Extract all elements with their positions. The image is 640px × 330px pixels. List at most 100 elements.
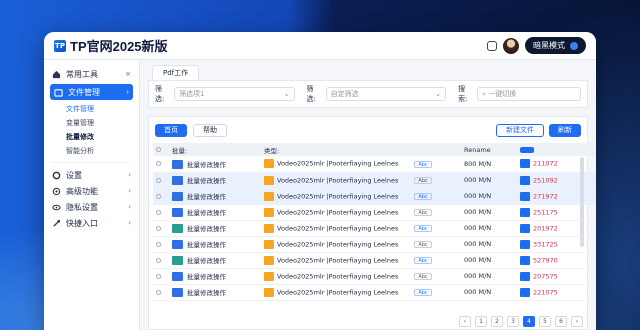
divider [52,162,131,163]
row-tag[interactable]: Abc [414,209,432,216]
page-button[interactable]: 1 [475,316,487,327]
row-id-cell: 331725 [517,236,596,253]
table-row[interactable]: 批量修改操作 Vodeo2025mlr |Pooterfiaying Leeln… [153,204,596,221]
filter-select-2[interactable]: 自定筛选 ⌄ [325,87,447,101]
eye-icon [52,203,61,212]
row-file: Vodeo2025mlr |Pooterfiaying Leelnes [277,208,399,216]
sidebar-item-settings[interactable]: 设置 › [44,167,139,183]
table-row[interactable]: 批量修改操作 Vodeo2025mlr |Pooterfiaying Leeln… [153,284,596,301]
row-checkbox[interactable] [153,172,169,189]
page-button[interactable]: ‹ [459,316,471,327]
row-tag[interactable]: Abc [414,225,432,232]
row-checkbox[interactable] [153,188,169,205]
sidebar-subitem[interactable]: 批量修改 [44,130,139,144]
header-checkbox[interactable] [153,143,169,156]
folder-icon [172,288,183,298]
main-content: Pdf工作 筛选: 筛选项1 ⌄ 筛选: 自定筛选 ⌄ 搜索: ⌕ 一键切换 首… [148,64,596,330]
page-button[interactable]: 5 [539,316,551,327]
row-checkbox[interactable] [153,252,169,269]
row-name: 批量修改操作 [187,224,226,233]
sidebar-item-advanced[interactable]: 高级功能 › [44,183,139,199]
row-id: 527970 [533,256,558,264]
row-file-cell: Vodeo2025mlr |Pooterfiaying Leelnes [261,172,411,189]
toggle-dot-icon [570,41,578,50]
column-header[interactable]: Rename [461,143,517,156]
page-button[interactable]: 3 [507,316,519,327]
row-size: 000 M/N [461,220,517,237]
row-id: 271972 [533,192,558,200]
row-checkbox[interactable] [153,236,169,253]
row-name: 批量修改操作 [187,160,226,169]
table-row[interactable]: 批量修改操作 Vodeo2025mlr |Pooterfiaying Leeln… [153,188,596,205]
sidebar-item-shortcuts[interactable]: 快捷入口 › [44,215,139,231]
row-name-cell: 批量修改操作 [169,156,261,173]
row-id: 211072 [533,159,558,168]
chevron-down-icon: ⌄ [435,90,442,98]
filter-label: 筛选: [306,85,316,103]
row-tag-cell: Abc [411,204,461,221]
row-size: 000 M/N [461,236,517,253]
row-tag[interactable]: Abc [414,193,432,200]
filter-value: 筛选项1 [179,90,205,98]
row-name: 批量修改操作 [187,256,226,265]
avatar[interactable] [503,37,519,54]
row-checkbox[interactable] [153,268,169,285]
row-tag[interactable]: Abc [414,289,432,296]
table-row[interactable]: 批量修改操作 Vodeo2025mlr |Pooterfiaying Leeln… [153,156,596,173]
home-icon [52,70,61,79]
search-input[interactable]: ⌕ 一键切换 [477,87,582,101]
row-file-cell: Vodeo2025mlr |Pooterfiaying Leelnes [261,268,411,285]
row-checkbox[interactable] [153,284,169,301]
row-file-cell: Vodeo2025mlr |Pooterfiaying Leelnes [261,188,411,205]
filter-select-1[interactable]: 筛选项1 ⌄ [174,87,295,101]
table-row[interactable]: 批量修改操作 Vodeo2025mlr |Pooterfiaying Leeln… [153,220,596,237]
home-button[interactable]: 首页 [155,123,187,137]
tab-pdf[interactable]: Pdf工作 [152,65,200,80]
sidebar-item-files[interactable]: 文件管理 › [50,84,133,100]
row-tag[interactable]: Abc [414,177,432,184]
table-row[interactable]: 批量修改操作 Vodeo2025mlr |Pooterfiaying Leeln… [153,172,596,189]
table-row[interactable]: 批量修改操作 Vodeo2025mlr |Pooterfiaying Leeln… [153,236,596,253]
table-row[interactable]: 批量修改操作 Vodeo2025mlr |Pooterfiaying Leeln… [153,268,596,285]
row-id-cell: 211072 [517,156,596,173]
row-tag[interactable]: Abc [414,160,432,168]
sidebar-subitem[interactable]: 变量管理 [44,116,139,130]
column-header[interactable]: 类型: [261,143,411,156]
new-file-button[interactable]: 新建文件 [496,123,544,137]
page-button[interactable]: 4 [523,316,535,327]
sidebar-item-tools[interactable]: 常用工具 × [44,66,139,82]
folder-icon [264,287,274,297]
row-id: 221075 [533,288,558,296]
row-checkbox[interactable] [153,220,169,237]
row-checkbox[interactable] [153,204,169,221]
column-header[interactable]: 批量: [169,143,261,156]
page-button[interactable]: › [571,316,583,327]
close-icon[interactable]: × [125,70,131,78]
dark-mode-label: 暗黑模式 [533,41,565,50]
chevron-right-icon: › [128,187,131,195]
table-row[interactable]: 批量修改操作 Vodeo2025mlr |Pooterfiaying Leeln… [153,252,596,269]
row-tag[interactable]: Abc [414,257,432,264]
chevron-right-icon: › [128,219,131,227]
dark-mode-toggle[interactable]: 暗黑模式 [525,37,586,54]
row-size: 000 M/N [461,172,517,189]
folder-icon [172,272,183,282]
help-button[interactable]: 帮助 [193,123,227,137]
filter-label: 筛选: [155,85,165,103]
filter-value: 自定筛选 [330,90,359,98]
scrollbar[interactable] [580,157,584,247]
row-name-cell: 批量修改操作 [169,252,261,269]
row-name-cell: 批量修改操作 [169,172,261,189]
sidebar-item-label: 文件管理 [68,87,100,97]
sidebar-subitem[interactable]: 文件管理 [44,102,139,116]
row-checkbox[interactable] [153,156,169,173]
settings-icon[interactable] [487,40,497,51]
search-placeholder: 一键切换 [488,90,517,98]
page-button[interactable]: 2 [491,316,503,327]
sidebar-subitem[interactable]: 智能分析 [44,144,139,158]
row-tag[interactable]: Abc [414,241,432,248]
page-button[interactable]: 6 [555,316,567,327]
row-tag[interactable]: Abc [414,273,432,280]
refresh-button[interactable]: 刷新 [549,123,581,137]
sidebar-item-privacy[interactable]: 隐私设置 › [44,199,139,215]
